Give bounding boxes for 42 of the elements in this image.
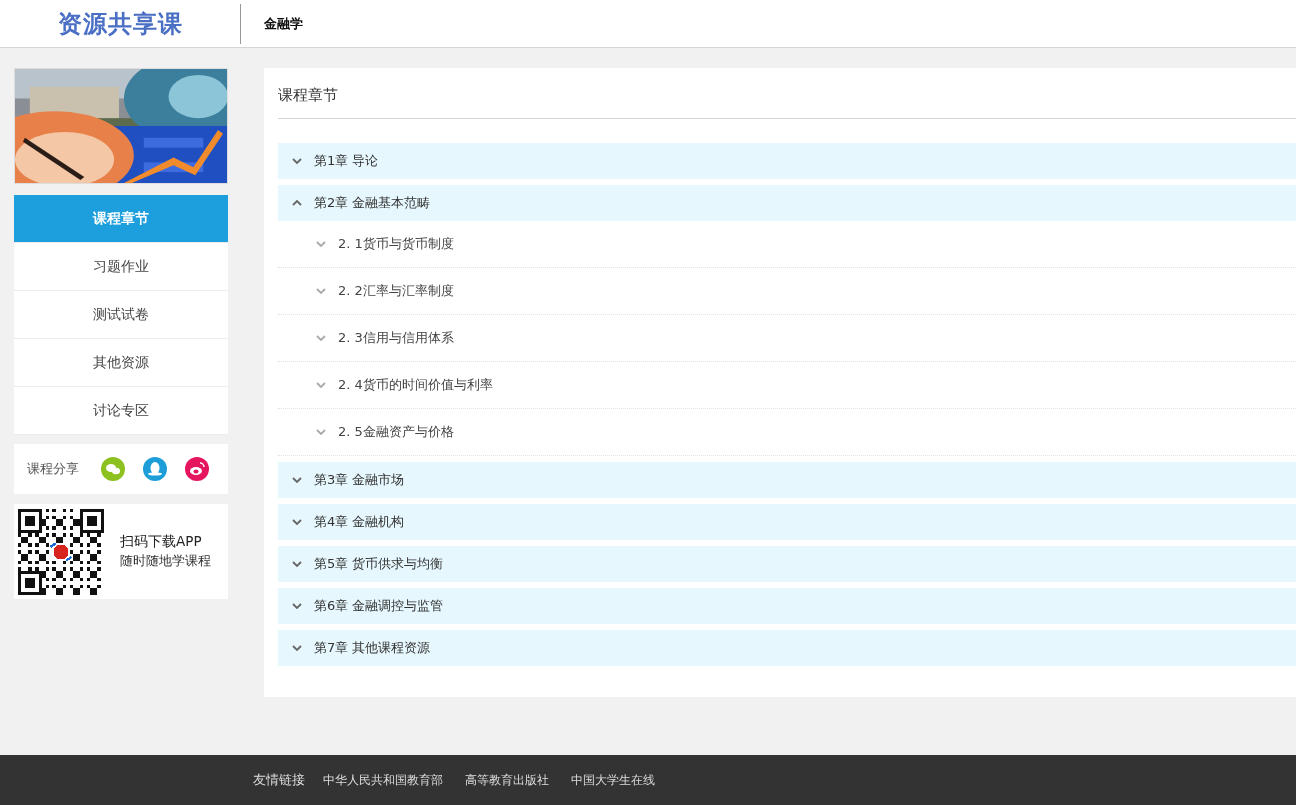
download-app-text: 扫码下载APP (120, 533, 203, 551)
chapter-title: 第7章 其他课程资源 (314, 639, 431, 657)
section-title: 课程章节 (278, 68, 1296, 119)
chapter-title: 第2章 金融基本范畴 (314, 194, 431, 212)
footer-link[interactable]: 高等教育出版社 (465, 771, 549, 789)
section-title: 2. 1货币与货币制度 (338, 235, 454, 253)
chapter-title: 第6章 金融调控与监管 (314, 597, 444, 615)
course-title: 金融学 (240, 3, 303, 44)
qr-code-icon (18, 508, 104, 595)
chapter-title: 第5章 货币供求与均衡 (314, 555, 444, 573)
section-row[interactable]: 2. 4货币的时间价值与利率 (278, 362, 1296, 409)
sidebar-item[interactable]: 测试试卷 (14, 291, 228, 339)
section-row[interactable]: 2. 2汇率与汇率制度 (278, 268, 1296, 315)
section-row[interactable]: 2. 5金融资产与价格 (278, 409, 1296, 456)
section-title: 2. 5金融资产与价格 (338, 423, 454, 441)
chapter-title: 第3章 金融市场 (314, 471, 405, 489)
section-row[interactable]: 2. 3信用与信用体系 (278, 315, 1296, 362)
penguin-icon[interactable] (143, 457, 167, 481)
sidebar-item[interactable]: 讨论专区 (14, 387, 228, 435)
section-title: 2. 3信用与信用体系 (338, 329, 454, 347)
eye-swirl-icon[interactable] (185, 457, 209, 481)
chat-bubbles-icon[interactable] (101, 457, 125, 481)
chapter-row[interactable]: 第5章 货币供求与均衡 (278, 546, 1296, 582)
section-title: 2. 2汇率与汇率制度 (338, 282, 454, 300)
sidebar-item[interactable]: 其他资源 (14, 339, 228, 387)
chapter-row[interactable]: 第1章 导论 (278, 143, 1296, 179)
section-title: 2. 4货币的时间价值与利率 (338, 376, 493, 394)
chapter-row[interactable]: 第2章 金融基本范畴 (278, 185, 1296, 221)
chapter-row[interactable]: 第6章 金融调控与监管 (278, 588, 1296, 624)
chapter-row[interactable]: 第4章 金融机构 (278, 504, 1296, 540)
slogan-text: 随时随地学课程 (120, 553, 211, 570)
chapter-row[interactable]: 第3章 金融市场 (278, 462, 1296, 498)
footer-link[interactable]: 中华人民共和国教育部 (323, 771, 443, 789)
chapter-row[interactable]: 第7章 其他课程资源 (278, 630, 1296, 666)
links-label: 友情链接 (253, 771, 305, 789)
site-logo[interactable]: 资源共享课 (0, 7, 240, 40)
section-row[interactable]: 2. 1货币与货币制度 (278, 221, 1296, 268)
share-label: 课程分享 (27, 460, 79, 478)
footer-link[interactable]: 中国大学生在线 (571, 771, 655, 789)
chapter-title: 第1章 导论 (314, 152, 379, 170)
chapter-title: 第4章 金融机构 (314, 513, 405, 531)
sidebar-item[interactable]: 习题作业 (14, 243, 228, 291)
